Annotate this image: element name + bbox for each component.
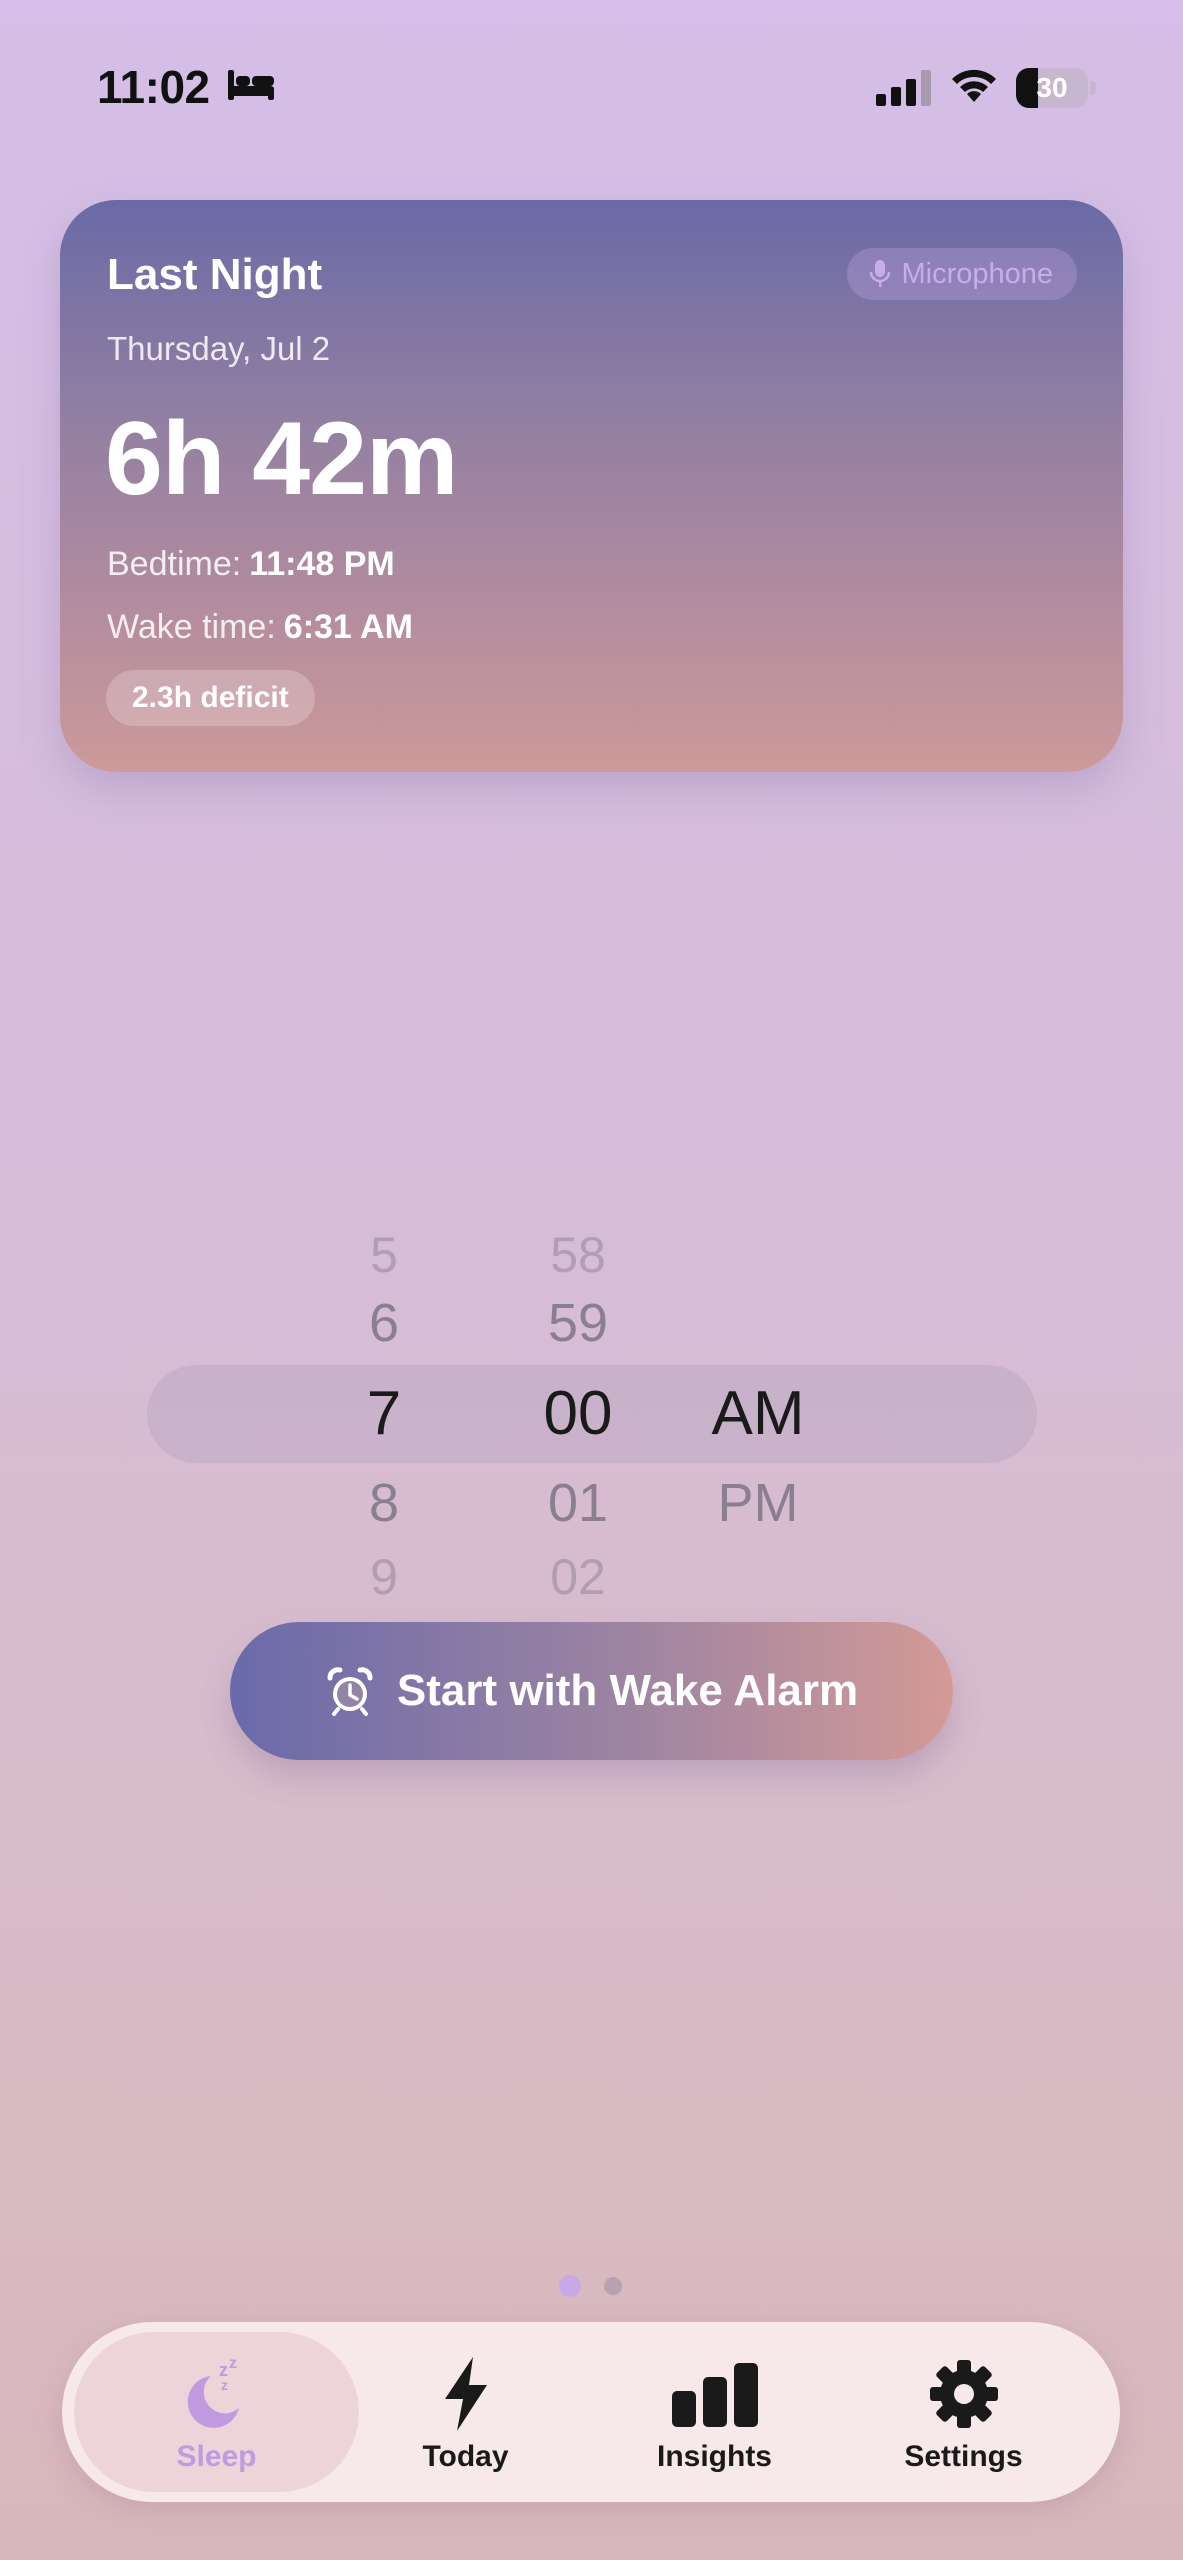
cellular-signal-icon bbox=[876, 70, 931, 106]
svg-text:z: z bbox=[221, 2377, 228, 2393]
hour-wheel[interactable]: 5 6 7 8 9 bbox=[284, 1227, 484, 1605]
wake-time-row: Wake time: 6:31 AM bbox=[107, 608, 413, 647]
card-title: Last Night bbox=[107, 250, 323, 299]
tab-insights[interactable]: Insights bbox=[572, 2332, 857, 2492]
tab-settings[interactable]: Settings bbox=[821, 2332, 1106, 2492]
hour-option[interactable]: 8 bbox=[284, 1472, 484, 1534]
start-button-label: Start with Wake Alarm bbox=[396, 1666, 859, 1715]
tab-label: Insights bbox=[656, 2440, 772, 2473]
tab-label: Sleep bbox=[176, 2440, 257, 2473]
minute-option[interactable]: 59 bbox=[478, 1292, 678, 1354]
period-wheel[interactable]: AM PM bbox=[658, 1240, 858, 1580]
source-chip-label: Microphone bbox=[901, 257, 1053, 290]
minute-option[interactable]: 58 bbox=[478, 1226, 678, 1284]
wake-time-label: Wake time: bbox=[107, 608, 276, 646]
battery-icon: 30 bbox=[1016, 68, 1096, 108]
bedtime-value: 11:48 PM bbox=[249, 545, 395, 583]
bolt-icon bbox=[444, 2357, 487, 2431]
bedtime-label: Bedtime: bbox=[107, 545, 242, 583]
tab-bar: z z z Sleep Today Insights Settings bbox=[62, 2322, 1120, 2502]
alarm-clock-icon bbox=[327, 1667, 373, 1716]
bedtime-row: Bedtime: 11:48 PM bbox=[107, 545, 395, 584]
hour-option[interactable]: 6 bbox=[284, 1292, 484, 1354]
alarm-time-picker[interactable]: 5 6 7 8 9 58 59 00 01 02 AM PM bbox=[0, 1227, 1183, 1605]
microphone-icon bbox=[870, 260, 891, 287]
period-option[interactable]: PM bbox=[658, 1472, 858, 1534]
moon-zzz-icon: z z z bbox=[187, 2355, 239, 2428]
page-dot[interactable] bbox=[604, 2277, 622, 2295]
sleep-date: Thursday, Jul 2 bbox=[107, 330, 331, 367]
source-chip: Microphone bbox=[847, 248, 1077, 300]
tab-sleep[interactable]: z z z Sleep bbox=[74, 2332, 359, 2492]
bed-icon bbox=[228, 70, 274, 100]
tab-label: Today bbox=[422, 2440, 509, 2473]
hour-option[interactable]: 9 bbox=[284, 1548, 484, 1606]
minute-option[interactable]: 01 bbox=[478, 1472, 678, 1534]
gear-icon bbox=[929, 2360, 998, 2428]
period-selected[interactable]: AM bbox=[658, 1378, 858, 1449]
status-time: 11:02 bbox=[97, 61, 210, 113]
minute-option[interactable]: 02 bbox=[478, 1548, 678, 1606]
svg-text:z: z bbox=[229, 2355, 237, 2372]
hour-selected[interactable]: 7 bbox=[284, 1378, 484, 1449]
sleep-duration: 6h 42m bbox=[105, 401, 458, 517]
deficit-badge: 2.3h deficit bbox=[106, 670, 315, 726]
status-bar: 11:02 30 bbox=[0, 0, 1183, 175]
wifi-icon bbox=[952, 69, 996, 102]
page-dot-active[interactable] bbox=[559, 2275, 581, 2297]
tab-today[interactable]: Today bbox=[323, 2332, 608, 2492]
start-wake-alarm-button[interactable]: Start with Wake Alarm bbox=[230, 1622, 953, 1760]
minute-wheel[interactable]: 58 59 00 01 02 bbox=[478, 1227, 678, 1605]
minute-selected[interactable]: 00 bbox=[478, 1378, 678, 1449]
wake-time-value: 6:31 AM bbox=[283, 608, 413, 646]
last-night-card[interactable]: Last Night Microphone Thursday, Jul 2 6h… bbox=[60, 200, 1123, 772]
hour-option[interactable]: 5 bbox=[284, 1226, 484, 1284]
tab-label: Settings bbox=[904, 2440, 1023, 2473]
bar-chart-icon bbox=[671, 2363, 758, 2427]
battery-level: 30 bbox=[1036, 72, 1068, 103]
